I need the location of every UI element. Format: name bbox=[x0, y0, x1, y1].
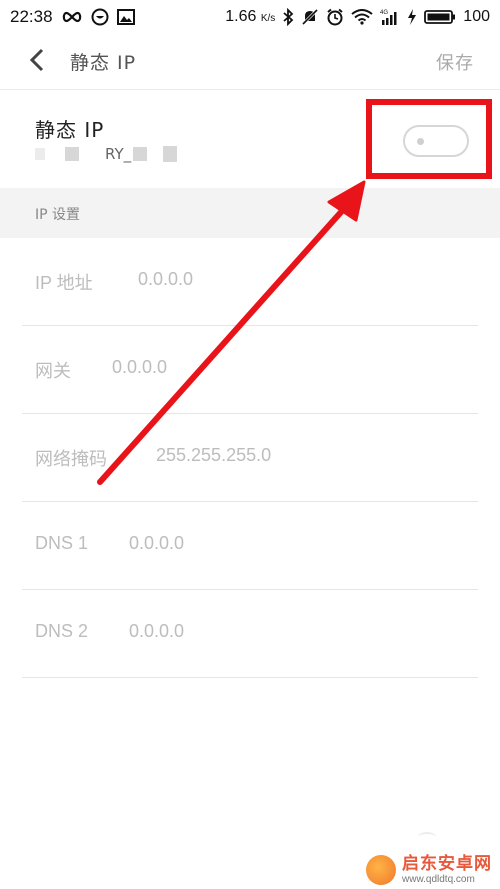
watermark: 启东安卓网 www.qdldtq.com bbox=[366, 855, 492, 885]
field-label: DNS 1 bbox=[35, 533, 89, 553]
redaction-block bbox=[65, 147, 79, 161]
field-value[interactable]: 0.0.0.0 bbox=[129, 621, 184, 642]
watermark-title: 启东安卓网 bbox=[402, 854, 492, 875]
field-label: 网络掩码 bbox=[35, 449, 107, 469]
static-ip-title: 静态 IP bbox=[35, 118, 105, 142]
ip-address-field[interactable]: IP 地址 0.0.0.0 bbox=[22, 238, 478, 326]
infinity-icon bbox=[61, 10, 83, 24]
save-button[interactable]: 保存 bbox=[436, 49, 474, 75]
watermark-url: www.qdldtq.com bbox=[402, 873, 475, 885]
field-label: DNS 2 bbox=[35, 621, 89, 641]
battery-icon bbox=[424, 9, 456, 25]
field-label: IP 地址 bbox=[35, 273, 93, 293]
faint-mark bbox=[418, 832, 436, 842]
watermark-logo-icon bbox=[366, 855, 396, 885]
app-header: 静态 IP 保存 bbox=[0, 34, 500, 90]
image-notification-icon bbox=[116, 9, 135, 25]
network-name: RY_ bbox=[35, 145, 178, 163]
highlight-box bbox=[366, 99, 492, 179]
cellular-signal-icon: 4G bbox=[380, 8, 400, 26]
charging-icon bbox=[407, 9, 417, 25]
section-title: IP 设置 bbox=[35, 207, 81, 223]
redaction-block bbox=[133, 147, 148, 161]
section-header: IP 设置 bbox=[0, 188, 500, 238]
status-time: 22:38 bbox=[10, 7, 53, 26]
wifi-icon bbox=[351, 9, 373, 25]
alarm-icon bbox=[326, 8, 344, 26]
mute-icon bbox=[301, 8, 319, 26]
field-value[interactable]: 0.0.0.0 bbox=[129, 533, 184, 554]
field-value[interactable]: 0.0.0.0 bbox=[112, 357, 167, 378]
chevron-left-icon bbox=[29, 48, 45, 76]
bluetooth-icon bbox=[282, 8, 294, 26]
field-value[interactable]: 255.255.255.0 bbox=[156, 445, 271, 466]
page-title: 静态 IP bbox=[70, 52, 137, 74]
redaction-block bbox=[163, 146, 178, 162]
network-name-text: RY_ bbox=[105, 145, 132, 163]
dns2-field[interactable]: DNS 2 0.0.0.0 bbox=[22, 590, 478, 678]
field-value[interactable]: 0.0.0.0 bbox=[138, 269, 193, 290]
subnet-mask-field[interactable]: 网络掩码 255.255.255.0 bbox=[22, 414, 478, 502]
battery-level: 100 bbox=[463, 8, 490, 25]
dns1-field[interactable]: DNS 1 0.0.0.0 bbox=[22, 502, 478, 590]
network-speed: 1.66 K/s bbox=[225, 8, 276, 25]
status-bar: 22:38 1.66 K/s 4G 100 bbox=[0, 0, 500, 34]
svg-text:4G: 4G bbox=[380, 10, 388, 16]
field-label: 网关 bbox=[35, 361, 71, 381]
circle-notification-icon bbox=[91, 8, 109, 26]
back-button[interactable] bbox=[8, 34, 66, 90]
redaction-block bbox=[35, 148, 45, 160]
gateway-field[interactable]: 网关 0.0.0.0 bbox=[22, 326, 478, 414]
